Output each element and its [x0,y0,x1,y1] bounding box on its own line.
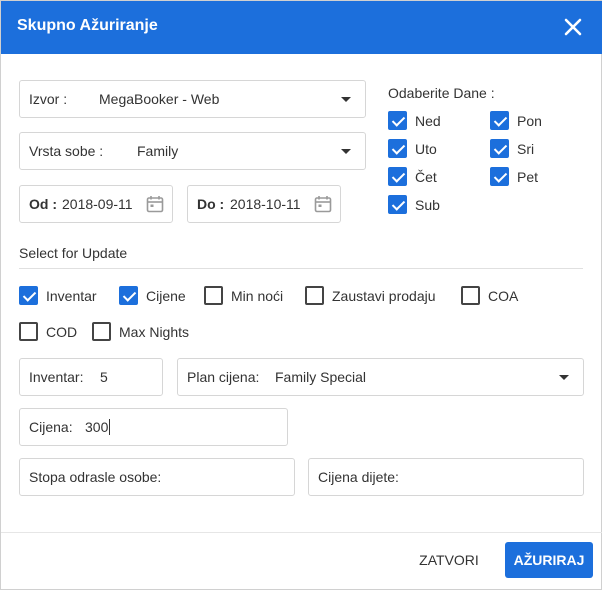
rate-plan-value: Family Special [275,369,367,385]
update-checkbox-cijene[interactable]: Cijene [119,286,186,305]
update-checkbox-coa[interactable]: COA [461,286,518,305]
update-section-title: Select for Update [19,245,128,261]
checkbox[interactable] [461,286,480,305]
child-price-label: Cijena dijete: [318,469,399,485]
inventory-value: 5 [100,369,108,385]
update-checkbox-min-noci[interactable]: Min noći [204,286,283,305]
rate-plan-select[interactable]: Plan cijena: Family Special [177,358,584,396]
price-value: 300 [85,419,111,435]
checkbox[interactable] [490,139,509,158]
days-title: Odaberite Dane : [388,85,495,101]
date-from-field[interactable]: Od : 2018-09-11 [19,185,173,223]
chevron-down-icon [341,149,351,154]
close-button[interactable]: ZATVORI [407,542,491,578]
checkbox[interactable] [388,167,407,186]
close-icon[interactable] [561,15,585,39]
update-option-label: Zaustavi prodaju [332,287,436,304]
day-checkbox-pet[interactable]: Pet [490,167,538,186]
checkbox[interactable] [305,286,324,305]
checkbox[interactable] [388,195,407,214]
update-checkbox-max-nights[interactable]: Max Nights [92,322,189,341]
rate-plan-label: Plan cijena: [187,369,260,385]
day-checkbox-uto[interactable]: Uto [388,139,437,158]
checkbox[interactable] [92,322,111,341]
source-value: MegaBooker - Web [99,91,220,107]
dialog-title: Skupno Ažuriranje [17,17,158,34]
day-label: Sri [517,140,535,157]
date-from-value: 2018-09-11 [62,196,133,212]
update-option-label: COD [46,323,78,340]
room-type-select[interactable]: Vrsta sobe : Family [19,132,366,170]
price-field[interactable]: Cijena: 300 [19,408,288,446]
section-divider [19,268,583,269]
update-option-label: Max Nights [119,323,190,340]
checkbox[interactable] [19,286,38,305]
source-label: Izvor : [29,91,68,107]
update-option-label: COA [488,287,519,304]
chevron-down-icon [341,97,351,102]
checkbox[interactable] [490,111,509,130]
calendar-icon[interactable] [314,195,332,213]
update-option-label: Min noći [231,287,284,304]
day-label: Pet [517,168,539,185]
checkbox[interactable] [490,167,509,186]
update-option-label: Inventar [46,287,97,304]
day-checkbox-cet[interactable]: Čet [388,167,437,186]
checkbox[interactable] [19,322,38,341]
price-label: Cijena: [29,419,73,435]
update-checkbox-zaustavi-prodaju[interactable]: Zaustavi prodaju [305,286,436,305]
footer-divider [1,532,602,533]
update-button[interactable]: AŽURIRAJ [505,542,593,578]
child-price-field[interactable]: Cijena dijete: [308,458,584,496]
update-option-label: Cijene [146,287,186,304]
room-type-label: Vrsta sobe : [29,143,104,159]
checkbox[interactable] [119,286,138,305]
calendar-icon[interactable] [146,195,164,213]
room-type-value: Family [137,143,179,159]
checkbox[interactable] [204,286,223,305]
update-checkbox-inventar[interactable]: Inventar [19,286,97,305]
adult-rate-field[interactable]: Stopa odrasle osobe: [19,458,295,496]
checkbox[interactable] [388,139,407,158]
chevron-down-icon [559,375,569,380]
day-checkbox-pon[interactable]: Pon [490,111,542,130]
adult-rate-label: Stopa odrasle osobe: [29,469,162,485]
day-label: Pon [517,112,542,129]
bulk-update-dialog: Skupno Ažuriranje Izvor : MegaBooker - W… [0,0,602,590]
day-checkbox-sri[interactable]: Sri [490,139,534,158]
day-checkbox-ned[interactable]: Ned [388,111,441,130]
update-checkbox-cod[interactable]: COD [19,322,77,341]
date-from-label: Od : [29,196,57,212]
checkbox[interactable] [388,111,407,130]
date-to-value: 2018-10-11 [230,196,301,212]
inventory-label: Inventar: [29,369,84,385]
source-select[interactable]: Izvor : MegaBooker - Web [19,80,366,118]
dialog-header: Skupno Ažuriranje [1,1,602,54]
day-checkbox-sub[interactable]: Sub [388,195,440,214]
date-to-label: Do : [197,196,225,212]
inventory-field[interactable]: Inventar: 5 [19,358,163,396]
day-label: Ned [415,112,441,129]
day-label: Uto [415,140,437,157]
day-label: Čet [415,168,437,185]
day-label: Sub [415,196,440,213]
date-to-field[interactable]: Do : 2018-10-11 [187,185,341,223]
